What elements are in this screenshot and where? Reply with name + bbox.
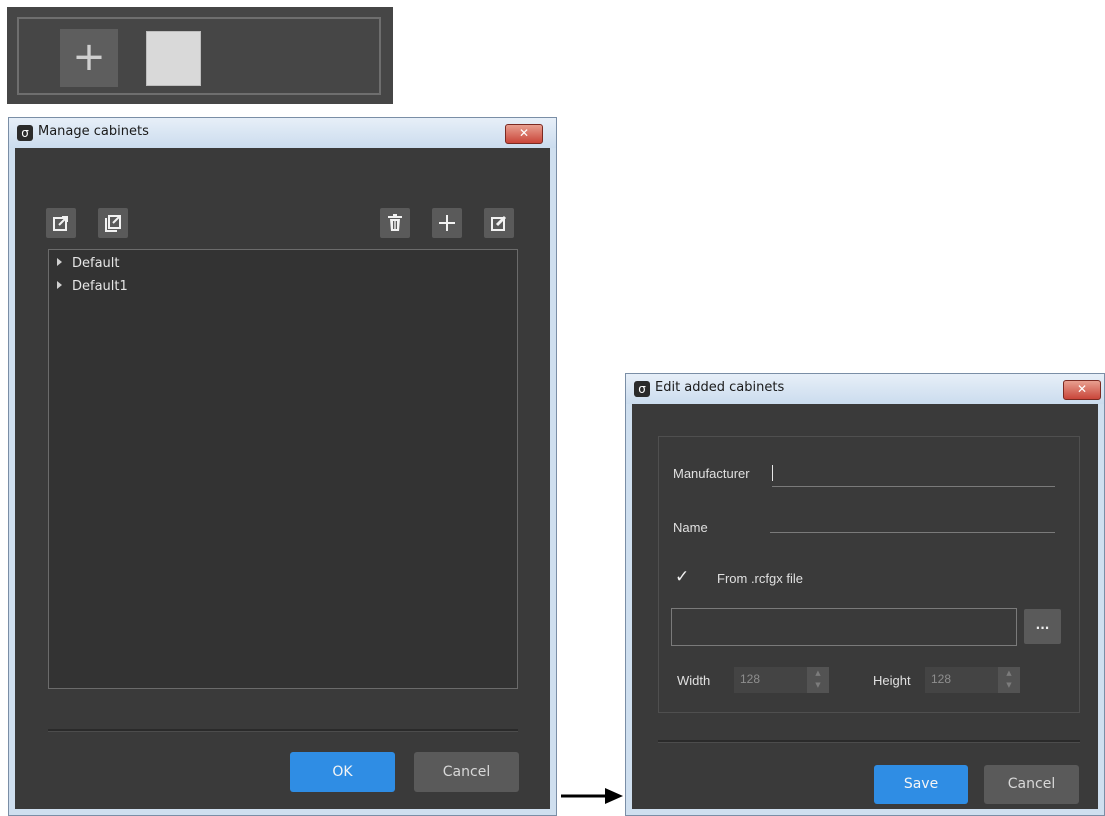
window-title: Manage cabinets <box>38 124 149 139</box>
flow-arrow-icon <box>561 788 623 804</box>
height-label: Height <box>873 673 911 688</box>
browse-button[interactable]: ... <box>1024 609 1061 644</box>
app-logo-icon: σ <box>634 381 650 397</box>
expand-arrow-icon[interactable] <box>57 258 62 266</box>
from-file-checkbox[interactable]: ✓ <box>675 567 689 587</box>
copy-export-icon <box>105 215 121 232</box>
from-file-label: From .rcfgx file <box>717 571 803 586</box>
spin-arrows-icon[interactable]: ▲ ▼ <box>998 667 1020 693</box>
text-caret <box>772 465 773 481</box>
width-spinbox[interactable]: 128 ▲ ▼ <box>734 667 829 693</box>
export-icon <box>53 216 68 231</box>
spin-arrows-icon[interactable]: ▲ ▼ <box>807 667 829 693</box>
edit-added-cabinets-window: σ Edit added cabinets ✕ Manufacturer Nam… <box>625 373 1105 816</box>
cabinet-tree[interactable]: Default Default1 <box>48 249 518 689</box>
copy-export-button[interactable] <box>98 208 128 238</box>
expand-arrow-icon[interactable] <box>57 281 62 289</box>
manage-cabinets-window: σ Manage cabinets ✕ Default Default1 OK … <box>8 117 557 816</box>
add-color-button[interactable]: + <box>60 29 118 87</box>
divider <box>658 740 1080 743</box>
title-bar: σ Edit added cabinets ✕ <box>626 374 1104 404</box>
cancel-button[interactable]: Cancel <box>414 752 519 792</box>
close-button[interactable]: ✕ <box>1063 380 1101 400</box>
cabinet-form-group: Manufacturer Name ✓ From .rcfgx file ...… <box>658 436 1080 713</box>
tree-item-label: Default <box>72 256 120 271</box>
name-label: Name <box>673 520 708 535</box>
ok-button[interactable]: OK <box>290 752 395 792</box>
divider <box>48 729 518 732</box>
window-title: Edit added cabinets <box>655 380 785 395</box>
cancel-button[interactable]: Cancel <box>984 765 1079 804</box>
width-value: 128 <box>740 672 761 686</box>
tree-item-default1[interactable]: Default1 <box>57 279 128 294</box>
color-swatch[interactable] <box>146 31 201 86</box>
close-button[interactable]: ✕ <box>505 124 543 144</box>
edit-icon <box>491 215 507 231</box>
export-button[interactable] <box>46 208 76 238</box>
file-path-input[interactable] <box>671 608 1017 646</box>
dialog-body: Default Default1 OK Cancel <box>15 148 550 809</box>
save-button[interactable]: Save <box>874 765 968 804</box>
name-input[interactable] <box>770 532 1055 533</box>
add-button[interactable] <box>432 208 462 238</box>
dialog-body: Manufacturer Name ✓ From .rcfgx file ...… <box>632 404 1098 809</box>
trash-icon <box>388 214 402 231</box>
width-label: Width <box>677 673 711 688</box>
title-bar: σ Manage cabinets ✕ <box>9 118 556 148</box>
app-logo-icon: σ <box>17 125 33 141</box>
edit-button[interactable] <box>484 208 514 238</box>
tree-item-label: Default1 <box>72 279 128 294</box>
plus-icon <box>439 215 455 231</box>
tree-item-default[interactable]: Default <box>57 256 120 271</box>
manufacturer-input[interactable] <box>772 486 1055 487</box>
height-spinbox[interactable]: 128 ▲ ▼ <box>925 667 1020 693</box>
manufacturer-label: Manufacturer <box>673 466 750 481</box>
height-value: 128 <box>931 672 952 686</box>
color-swatch-strip: + <box>7 7 393 104</box>
delete-button[interactable] <box>380 208 410 238</box>
